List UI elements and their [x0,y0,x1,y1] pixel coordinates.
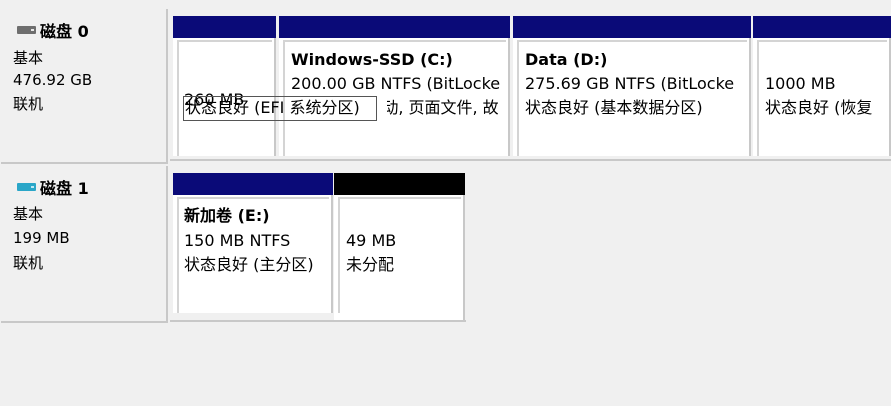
partition-bar [173,173,333,195]
partition-size: 275.69 GB NTFS (BitLocke [525,74,735,93]
partition-size: 150 MB NTFS [184,231,291,250]
row-divider [170,320,466,322]
partition-d[interactable]: Data (D:) 275.69 GB NTFS (BitLocke 状态良好 … [513,16,751,156]
partition-name: 新加卷 (E:) [184,206,270,225]
partition-size: 200.00 GB NTFS (BitLocke [291,74,501,93]
partition-bar [513,16,751,38]
row-divider [170,159,891,161]
partition-bar [279,16,510,38]
disk-0-size: 476.92 GB [13,71,93,89]
partition-size: 49 MB [346,231,397,250]
partition-status: 状态良好 (主分区) [184,255,314,274]
top-strip [0,0,891,9]
disk-drive-icon [17,26,36,34]
partition-e[interactable]: 新加卷 (E:) 150 MB NTFS 状态良好 (主分区) [173,173,333,313]
partition-c[interactable]: Windows-SSD (C:) 200.00 GB NTFS (BitLock… [279,16,510,156]
disk-1-status: 联机 [13,254,44,272]
partition-bar [173,16,276,38]
disk-0-type: 基本 [13,49,44,67]
partition-name: Data (D:) [525,50,608,69]
partition-status: 状态良好 (基本数据分区) [525,98,703,117]
partition-recovery[interactable]: 1000 MB 状态良好 (恢复 [753,16,891,156]
disk-0-title: 磁盘 0 [40,22,89,41]
partition-bar [334,173,465,195]
partition-bar [753,16,891,38]
partition-name: Windows-SSD (C:) [291,50,453,69]
removable-disk-icon [17,183,36,191]
disk-1-title: 磁盘 1 [40,179,89,198]
partition-unallocated[interactable]: 49 MB 未分配 [334,173,465,322]
partition-efi[interactable]: 260 MB [173,16,276,156]
partition-status: 未分配 [346,255,395,274]
partition-size: 1000 MB [765,74,836,93]
disk-1-type: 基本 [13,205,44,223]
focus-rectangle [183,96,377,121]
disk-1-label[interactable]: 磁盘 1 基本 199 MB 联机 [1,166,168,323]
disk-1-size: 199 MB [13,229,70,247]
disk-0-label[interactable]: 磁盘 0 基本 476.92 GB 联机 [1,9,168,164]
disk-0-status: 联机 [13,95,44,113]
partition-status: 状态良好 (恢复 [765,98,873,117]
